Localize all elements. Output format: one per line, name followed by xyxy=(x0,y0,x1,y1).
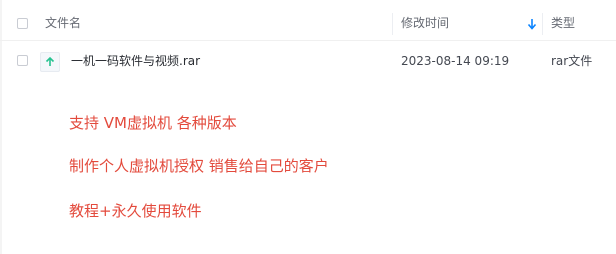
file-name[interactable]: 一机一码软件与视频.rar xyxy=(71,44,200,78)
column-divider xyxy=(392,13,393,35)
promo-line-2: 制作个人虚拟机授权 销售给自己的客户 xyxy=(69,157,329,175)
file-type: rar文件 xyxy=(551,54,593,68)
column-header-mtime[interactable]: 修改时间 xyxy=(401,7,449,40)
row-checkbox[interactable] xyxy=(17,55,28,66)
column-header-type[interactable]: 类型 xyxy=(551,7,575,40)
select-all-checkbox[interactable] xyxy=(17,18,28,29)
column-divider xyxy=(542,13,543,35)
table-header: 文件名 修改时间 类型 xyxy=(0,7,616,41)
rar-file-icon xyxy=(40,52,60,72)
table-row[interactable]: 一机一码软件与视频.rar 2023-08-14 09:19 rar文件 xyxy=(0,44,616,78)
column-header-name[interactable]: 文件名 xyxy=(45,7,81,40)
arrow-down-icon[interactable] xyxy=(526,17,538,31)
file-list-page: 文件名 修改时间 类型 一机一码软件与视频.rar 2023-08-14 09:… xyxy=(0,0,616,254)
promo-line-1: 支持 VM虚拟机 各种版本 xyxy=(69,114,237,132)
file-modified-time: 2023-08-14 09:19 xyxy=(401,54,510,68)
promo-line-3: 教程+永久使用软件 xyxy=(69,202,202,220)
